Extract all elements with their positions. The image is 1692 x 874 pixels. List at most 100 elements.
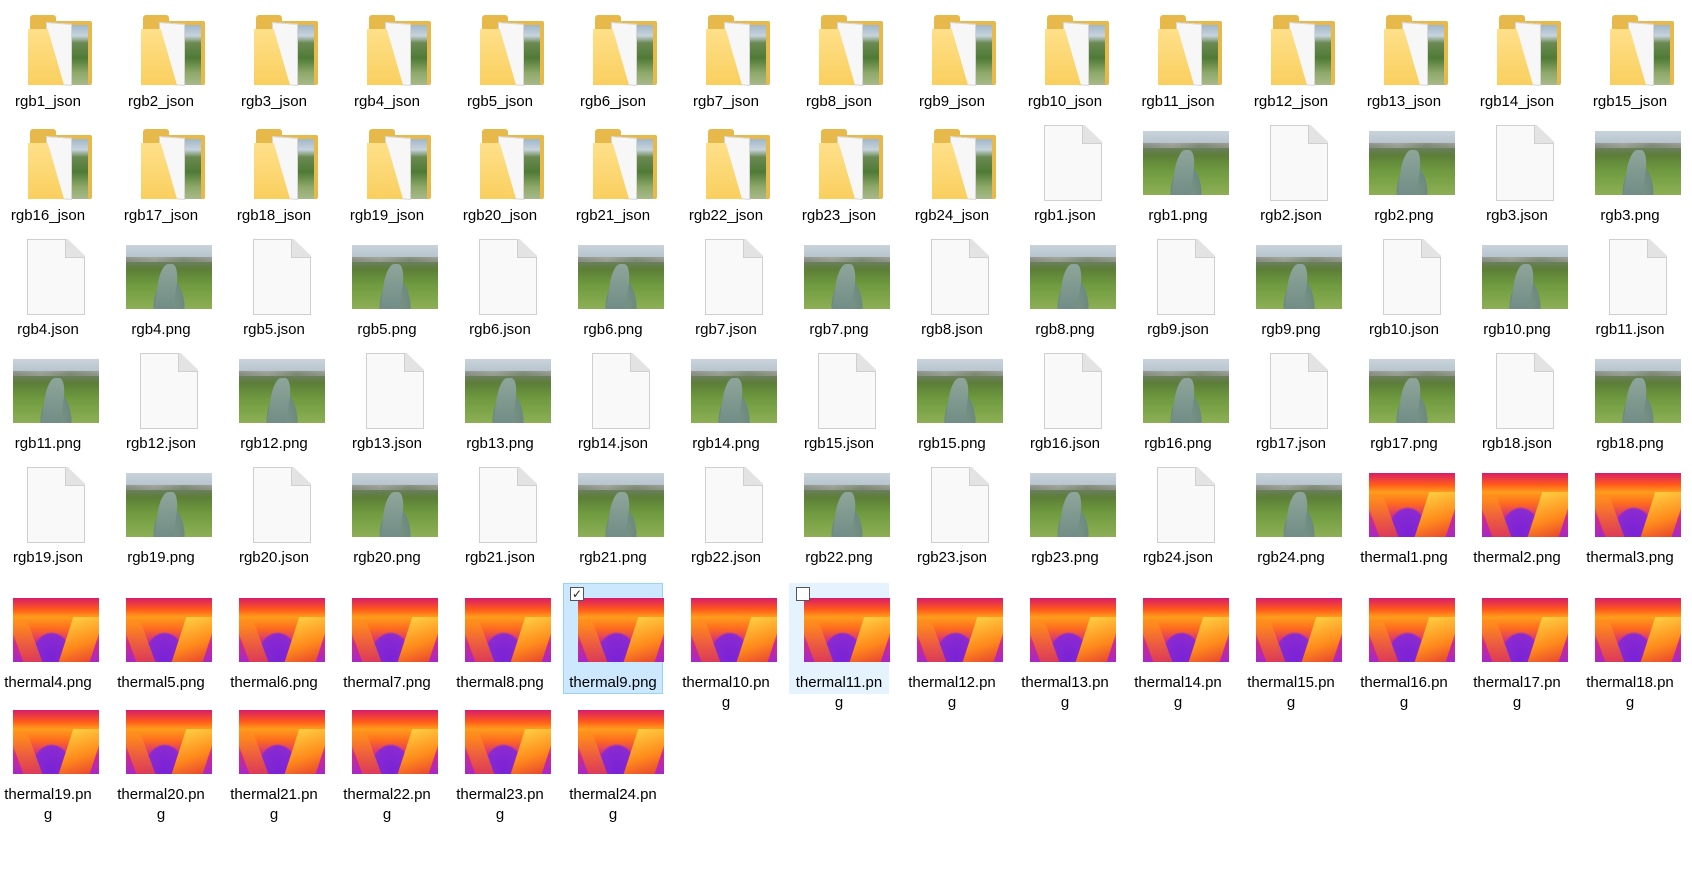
file-item[interactable]: thermal11.png (789, 583, 890, 711)
file-item[interactable]: rgb18.png (1580, 344, 1681, 457)
file-item[interactable]: rgb24.json (1128, 458, 1228, 582)
file-item[interactable]: thermal1.png (1354, 458, 1455, 582)
file-item[interactable]: thermal2.png (1467, 458, 1568, 582)
file-item[interactable]: thermal12.png (902, 583, 1003, 711)
file-item[interactable]: rgb1_json (0, 2, 98, 115)
file-item[interactable]: rgb17.json (1241, 344, 1341, 457)
file-item[interactable]: rgb1.json (1015, 116, 1115, 229)
file-item[interactable]: thermal15.png (1241, 583, 1342, 711)
json-file-icon (795, 349, 899, 429)
file-item[interactable]: rgb20_json (450, 116, 550, 229)
file-name-label: rgb22.json (690, 549, 762, 566)
file-item[interactable]: rgb19.json (0, 458, 98, 582)
file-item[interactable]: thermal5.png (111, 583, 212, 694)
file-item[interactable]: rgb12.png (224, 344, 325, 457)
selection-checkbox[interactable] (796, 587, 810, 601)
file-item[interactable]: rgb9_json (902, 2, 1002, 115)
file-item[interactable]: rgb2_json (111, 2, 211, 115)
file-item[interactable]: rgb5.png (337, 230, 438, 343)
file-item[interactable]: rgb11.json (1580, 230, 1680, 343)
file-item[interactable]: thermal18.png (1580, 583, 1681, 711)
file-item[interactable]: rgb14_json (1467, 2, 1567, 115)
file-item[interactable]: thermal8.png (450, 583, 551, 694)
file-item[interactable]: rgb7.json (676, 230, 776, 343)
file-item[interactable]: rgb23.png (1015, 458, 1116, 582)
file-item[interactable]: rgb6.json (450, 230, 550, 343)
file-item[interactable]: rgb10_json (1015, 2, 1115, 115)
file-item[interactable]: thermal10.png (676, 583, 777, 711)
file-item[interactable]: thermal7.png (337, 583, 438, 694)
file-item[interactable]: rgb5.json (224, 230, 324, 343)
file-item[interactable]: rgb9.png (1241, 230, 1342, 343)
file-item[interactable]: rgb12_json (1241, 2, 1341, 115)
file-item[interactable]: thermal17.png (1467, 583, 1568, 711)
file-item[interactable]: rgb22.png (789, 458, 890, 582)
file-item[interactable]: rgb22.json (676, 458, 776, 582)
file-item[interactable]: rgb11.png (0, 344, 99, 457)
file-item[interactable]: rgb10.json (1354, 230, 1454, 343)
file-item[interactable]: thermal14.png (1128, 583, 1229, 711)
file-item[interactable]: rgb17.png (1354, 344, 1455, 457)
file-item[interactable]: rgb4.json (0, 230, 98, 343)
file-item[interactable]: rgb8_json (789, 2, 889, 115)
file-item[interactable]: thermal19.png (0, 695, 99, 823)
file-item[interactable]: rgb8.png (1015, 230, 1116, 343)
file-item[interactable]: rgb21_json (563, 116, 663, 229)
file-item[interactable]: rgb17_json (111, 116, 211, 229)
file-item[interactable]: rgb10.png (1467, 230, 1568, 343)
file-item[interactable]: thermal21.png (224, 695, 325, 823)
file-item[interactable]: rgb21.json (450, 458, 550, 582)
file-item[interactable]: rgb21.png (563, 458, 664, 582)
file-item[interactable]: rgb13_json (1354, 2, 1454, 115)
file-item[interactable]: rgb24_json (902, 116, 1002, 229)
selection-checkbox[interactable]: ✓ (570, 587, 584, 601)
file-item[interactable]: thermal24.png (563, 695, 664, 823)
file-item[interactable]: thermal4.png (0, 583, 99, 694)
file-item[interactable]: rgb6.png (563, 230, 664, 343)
file-item[interactable]: thermal20.png (111, 695, 212, 823)
file-item[interactable]: rgb23_json (789, 116, 889, 229)
file-item[interactable]: rgb16.json (1015, 344, 1115, 457)
file-item[interactable]: rgb14.json (563, 344, 663, 457)
file-item[interactable]: rgb2.json (1241, 116, 1341, 229)
file-item[interactable]: rgb5_json (450, 2, 550, 115)
file-item[interactable]: rgb7.png (789, 230, 890, 343)
file-item[interactable]: thermal6.png (224, 583, 325, 694)
file-item[interactable]: rgb13.json (337, 344, 437, 457)
file-item[interactable]: rgb4.png (111, 230, 212, 343)
file-item[interactable]: rgb2.png (1354, 116, 1455, 229)
file-item[interactable]: rgb19_json (337, 116, 437, 229)
file-item[interactable]: rgb15.png (902, 344, 1003, 457)
file-item[interactable]: rgb13.png (450, 344, 551, 457)
file-item[interactable]: rgb23.json (902, 458, 1002, 582)
file-item[interactable]: rgb8.json (902, 230, 1002, 343)
file-item[interactable]: thermal3.png (1580, 458, 1681, 582)
file-item[interactable]: rgb18_json (224, 116, 324, 229)
file-item[interactable]: rgb15.json (789, 344, 889, 457)
file-item[interactable]: rgb12.json (111, 344, 211, 457)
file-item[interactable]: rgb4_json (337, 2, 437, 115)
file-item[interactable]: thermal22.png (337, 695, 438, 823)
file-item[interactable]: rgb20.png (337, 458, 438, 582)
file-item[interactable]: thermal16.png (1354, 583, 1455, 711)
file-item[interactable]: rgb6_json (563, 2, 663, 115)
file-item[interactable]: thermal23.png (450, 695, 551, 823)
file-item[interactable]: rgb3.png (1580, 116, 1681, 229)
file-item[interactable]: ✓ thermal9.png (563, 583, 664, 694)
file-item[interactable]: rgb15_json (1580, 2, 1680, 115)
file-item[interactable]: rgb3_json (224, 2, 324, 115)
file-item[interactable]: rgb18.json (1467, 344, 1567, 457)
file-item[interactable]: rgb3.json (1467, 116, 1567, 229)
file-item[interactable]: rgb7_json (676, 2, 776, 115)
file-item[interactable]: rgb11_json (1128, 2, 1228, 115)
file-item[interactable]: rgb16.png (1128, 344, 1229, 457)
file-item[interactable]: rgb19.png (111, 458, 212, 582)
file-item[interactable]: rgb9.json (1128, 230, 1228, 343)
file-item[interactable]: rgb20.json (224, 458, 324, 582)
file-item[interactable]: rgb16_json (0, 116, 98, 229)
file-item[interactable]: rgb1.png (1128, 116, 1229, 229)
file-item[interactable]: rgb22_json (676, 116, 776, 229)
file-item[interactable]: thermal13.png (1015, 583, 1116, 711)
file-item[interactable]: rgb14.png (676, 344, 777, 457)
file-item[interactable]: rgb24.png (1241, 458, 1342, 582)
